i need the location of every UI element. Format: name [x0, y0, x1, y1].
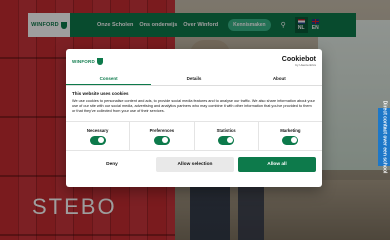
necessary-switch[interactable]: [89, 135, 106, 145]
consent-toggles: Necessary Preferences Statistics Marketi…: [66, 120, 322, 151]
cookiebot-logo[interactable]: Cookiebot by Usercentrics: [282, 56, 316, 67]
tab-about[interactable]: About: [237, 72, 322, 85]
cookiebot-name: Cookiebot: [281, 56, 316, 63]
allow-all-button[interactable]: Allow all: [238, 156, 316, 172]
toggle-label: Necessary: [86, 127, 109, 133]
toggle-label: Marketing: [280, 127, 301, 133]
allow-selection-button[interactable]: Allow selection: [156, 156, 234, 172]
dialog-tabs: Consent Details About: [66, 72, 322, 86]
toggle-preferences: Preferences: [130, 121, 195, 150]
statistics-switch[interactable]: [218, 135, 235, 145]
dialog-buttons: Deny Allow selection Allow all: [66, 151, 322, 178]
contact-side-tab[interactable]: Direct contact over een school: [378, 101, 390, 173]
dialog-description: We use cookies to personalise content an…: [72, 99, 315, 114]
toggle-marketing: Marketing: [259, 122, 322, 150]
deny-button[interactable]: Deny: [72, 156, 152, 172]
toggle-label: Statistics: [216, 127, 236, 133]
cookiebot-subtitle: by Usercentrics: [295, 63, 316, 67]
dialog-header: WINFORD Cookiebot by Usercentrics: [66, 49, 322, 69]
dialog-heading: This website uses cookies: [72, 91, 129, 96]
contact-side-tab-label: Direct contact over een school: [381, 100, 387, 174]
logo-text: WINFORD: [72, 59, 95, 64]
toggle-necessary: Necessary: [66, 121, 131, 150]
dialog-body: This website uses cookies We use cookies…: [66, 86, 322, 115]
preferences-switch[interactable]: [153, 135, 170, 145]
cookie-consent-dialog: WINFORD Cookiebot by Usercentrics Consen…: [66, 49, 322, 187]
tab-consent[interactable]: Consent: [66, 72, 152, 85]
marketing-switch[interactable]: [282, 135, 299, 145]
tab-details[interactable]: Details: [151, 72, 236, 85]
toggle-label: Preferences: [149, 127, 175, 133]
dialog-logo: WINFORD: [72, 58, 103, 65]
shield-icon: [96, 58, 103, 65]
toggle-statistics: Statistics: [195, 121, 259, 150]
